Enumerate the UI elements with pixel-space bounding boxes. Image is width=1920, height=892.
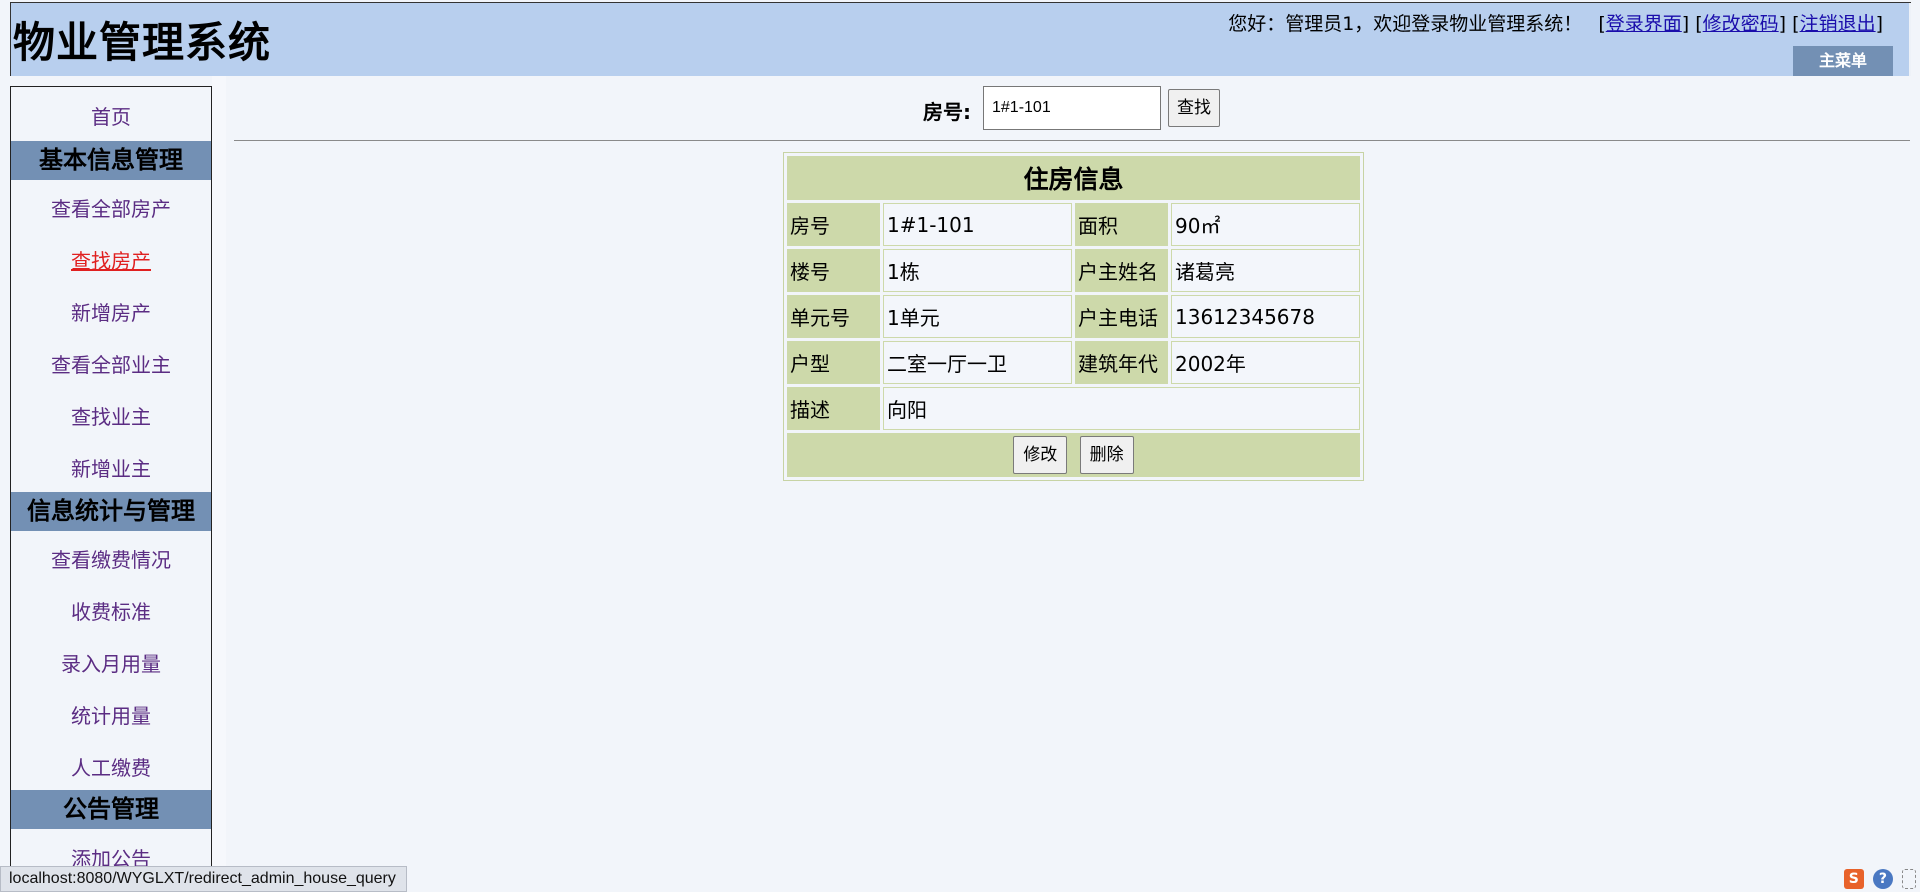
- field-value: 2002年: [1171, 341, 1360, 384]
- sidebar-item-all-houses[interactable]: 查看全部房产: [11, 193, 211, 222]
- field-value: 诸葛亮: [1171, 249, 1360, 292]
- field-value: 13612345678: [1171, 295, 1360, 338]
- greeting-text: 您好：管理员1，欢迎登录物业管理系统！: [1228, 13, 1583, 35]
- field-value: 1单元: [883, 295, 1072, 338]
- table-row: 单元号 1单元 户主电话 13612345678: [787, 295, 1360, 338]
- field-label: 单元号: [787, 295, 880, 338]
- field-label: 建筑年代: [1075, 341, 1168, 384]
- field-value: 1栋: [883, 249, 1072, 292]
- sidebar-item-add-owner[interactable]: 新增业主: [11, 453, 211, 482]
- sidebar-item-add-house[interactable]: 新增房产: [11, 297, 211, 326]
- header-bar: 物业管理系统 您好：管理员1，欢迎登录物业管理系统！ [登录界面] [修改密码]…: [10, 2, 1911, 76]
- field-label: 户主姓名: [1075, 249, 1168, 292]
- sidebar-item-manual-payment[interactable]: 人工缴费: [11, 752, 211, 781]
- sidebar-section-basic-info: 基本信息管理: [11, 141, 211, 180]
- sidebar-item-all-owners[interactable]: 查看全部业主: [11, 349, 211, 378]
- divider: [234, 140, 1910, 141]
- search-row: 房号: 查找: [0, 86, 1920, 130]
- sidebar-section-announcements: 公告管理: [11, 790, 211, 829]
- field-value: 二室一厅一卫: [883, 341, 1072, 384]
- status-bar-url: localhost:8080/WYGLXT/redirect_admin_hou…: [0, 866, 407, 892]
- description-label: 描述: [787, 387, 880, 430]
- greeting-bar: 您好：管理员1，欢迎登录物业管理系统！ [登录界面] [修改密码] [注销退出]: [1228, 13, 1883, 35]
- description-value: 向阳: [883, 387, 1360, 430]
- help-icon[interactable]: ?: [1872, 868, 1893, 889]
- system-tray: S ?: [1840, 868, 1916, 890]
- table-row: 描述 向阳: [787, 387, 1360, 430]
- sidebar-item-fee-standard[interactable]: 收费标准: [11, 596, 211, 625]
- edit-button[interactable]: 修改: [1013, 436, 1068, 474]
- field-label: 房号: [787, 203, 880, 246]
- sidebar: 首页 基本信息管理 查看全部房产 查找房产 新增房产 查看全部业主 查找业主 新…: [10, 86, 212, 892]
- table-title: 住房信息: [787, 156, 1360, 200]
- field-label: 面积: [1075, 203, 1168, 246]
- content-gutter: [212, 76, 226, 892]
- field-label: 户主电话: [1075, 295, 1168, 338]
- room-number-input[interactable]: [983, 86, 1161, 130]
- login-page-link[interactable]: 登录界面: [1606, 13, 1682, 35]
- table-row: 楼号 1栋 户主姓名 诸葛亮: [787, 249, 1360, 292]
- search-button[interactable]: 查找: [1168, 89, 1220, 127]
- field-value: 1#1-101: [883, 203, 1072, 246]
- input-method-icon[interactable]: S: [1843, 868, 1864, 889]
- room-number-label: 房号:: [923, 100, 971, 124]
- app-title: 物业管理系统: [13, 18, 272, 67]
- header-edge: [1909, 3, 1911, 76]
- sidebar-item-find-house[interactable]: 查找房产: [11, 245, 211, 274]
- house-info-table: 住房信息 房号 1#1-101 面积 90㎡ 楼号 1栋 户主姓名 诸葛亮 单元…: [783, 152, 1364, 481]
- delete-button[interactable]: 删除: [1079, 436, 1134, 474]
- table-row: 户型 二室一厅一卫 建筑年代 2002年: [787, 341, 1360, 384]
- action-row: 修改 删除: [787, 433, 1360, 477]
- sidebar-item-usage-stats[interactable]: 统计用量: [11, 700, 211, 729]
- sidebar-item-find-owner[interactable]: 查找业主: [11, 401, 211, 430]
- table-row: 房号 1#1-101 面积 90㎡: [787, 203, 1360, 246]
- field-label: 户型: [787, 341, 880, 384]
- sidebar-item-payment-status[interactable]: 查看缴费情况: [11, 544, 211, 573]
- sidebar-section-statistics: 信息统计与管理: [11, 492, 211, 531]
- field-value: 90㎡: [1171, 203, 1360, 246]
- expand-icon[interactable]: [1902, 868, 1916, 889]
- change-password-link[interactable]: 修改密码: [1703, 13, 1779, 35]
- field-label: 楼号: [787, 249, 880, 292]
- main-menu-button[interactable]: 主菜单: [1793, 46, 1893, 76]
- sidebar-item-enter-monthly-usage[interactable]: 录入月用量: [11, 648, 211, 677]
- logout-link[interactable]: 注销退出: [1800, 13, 1876, 35]
